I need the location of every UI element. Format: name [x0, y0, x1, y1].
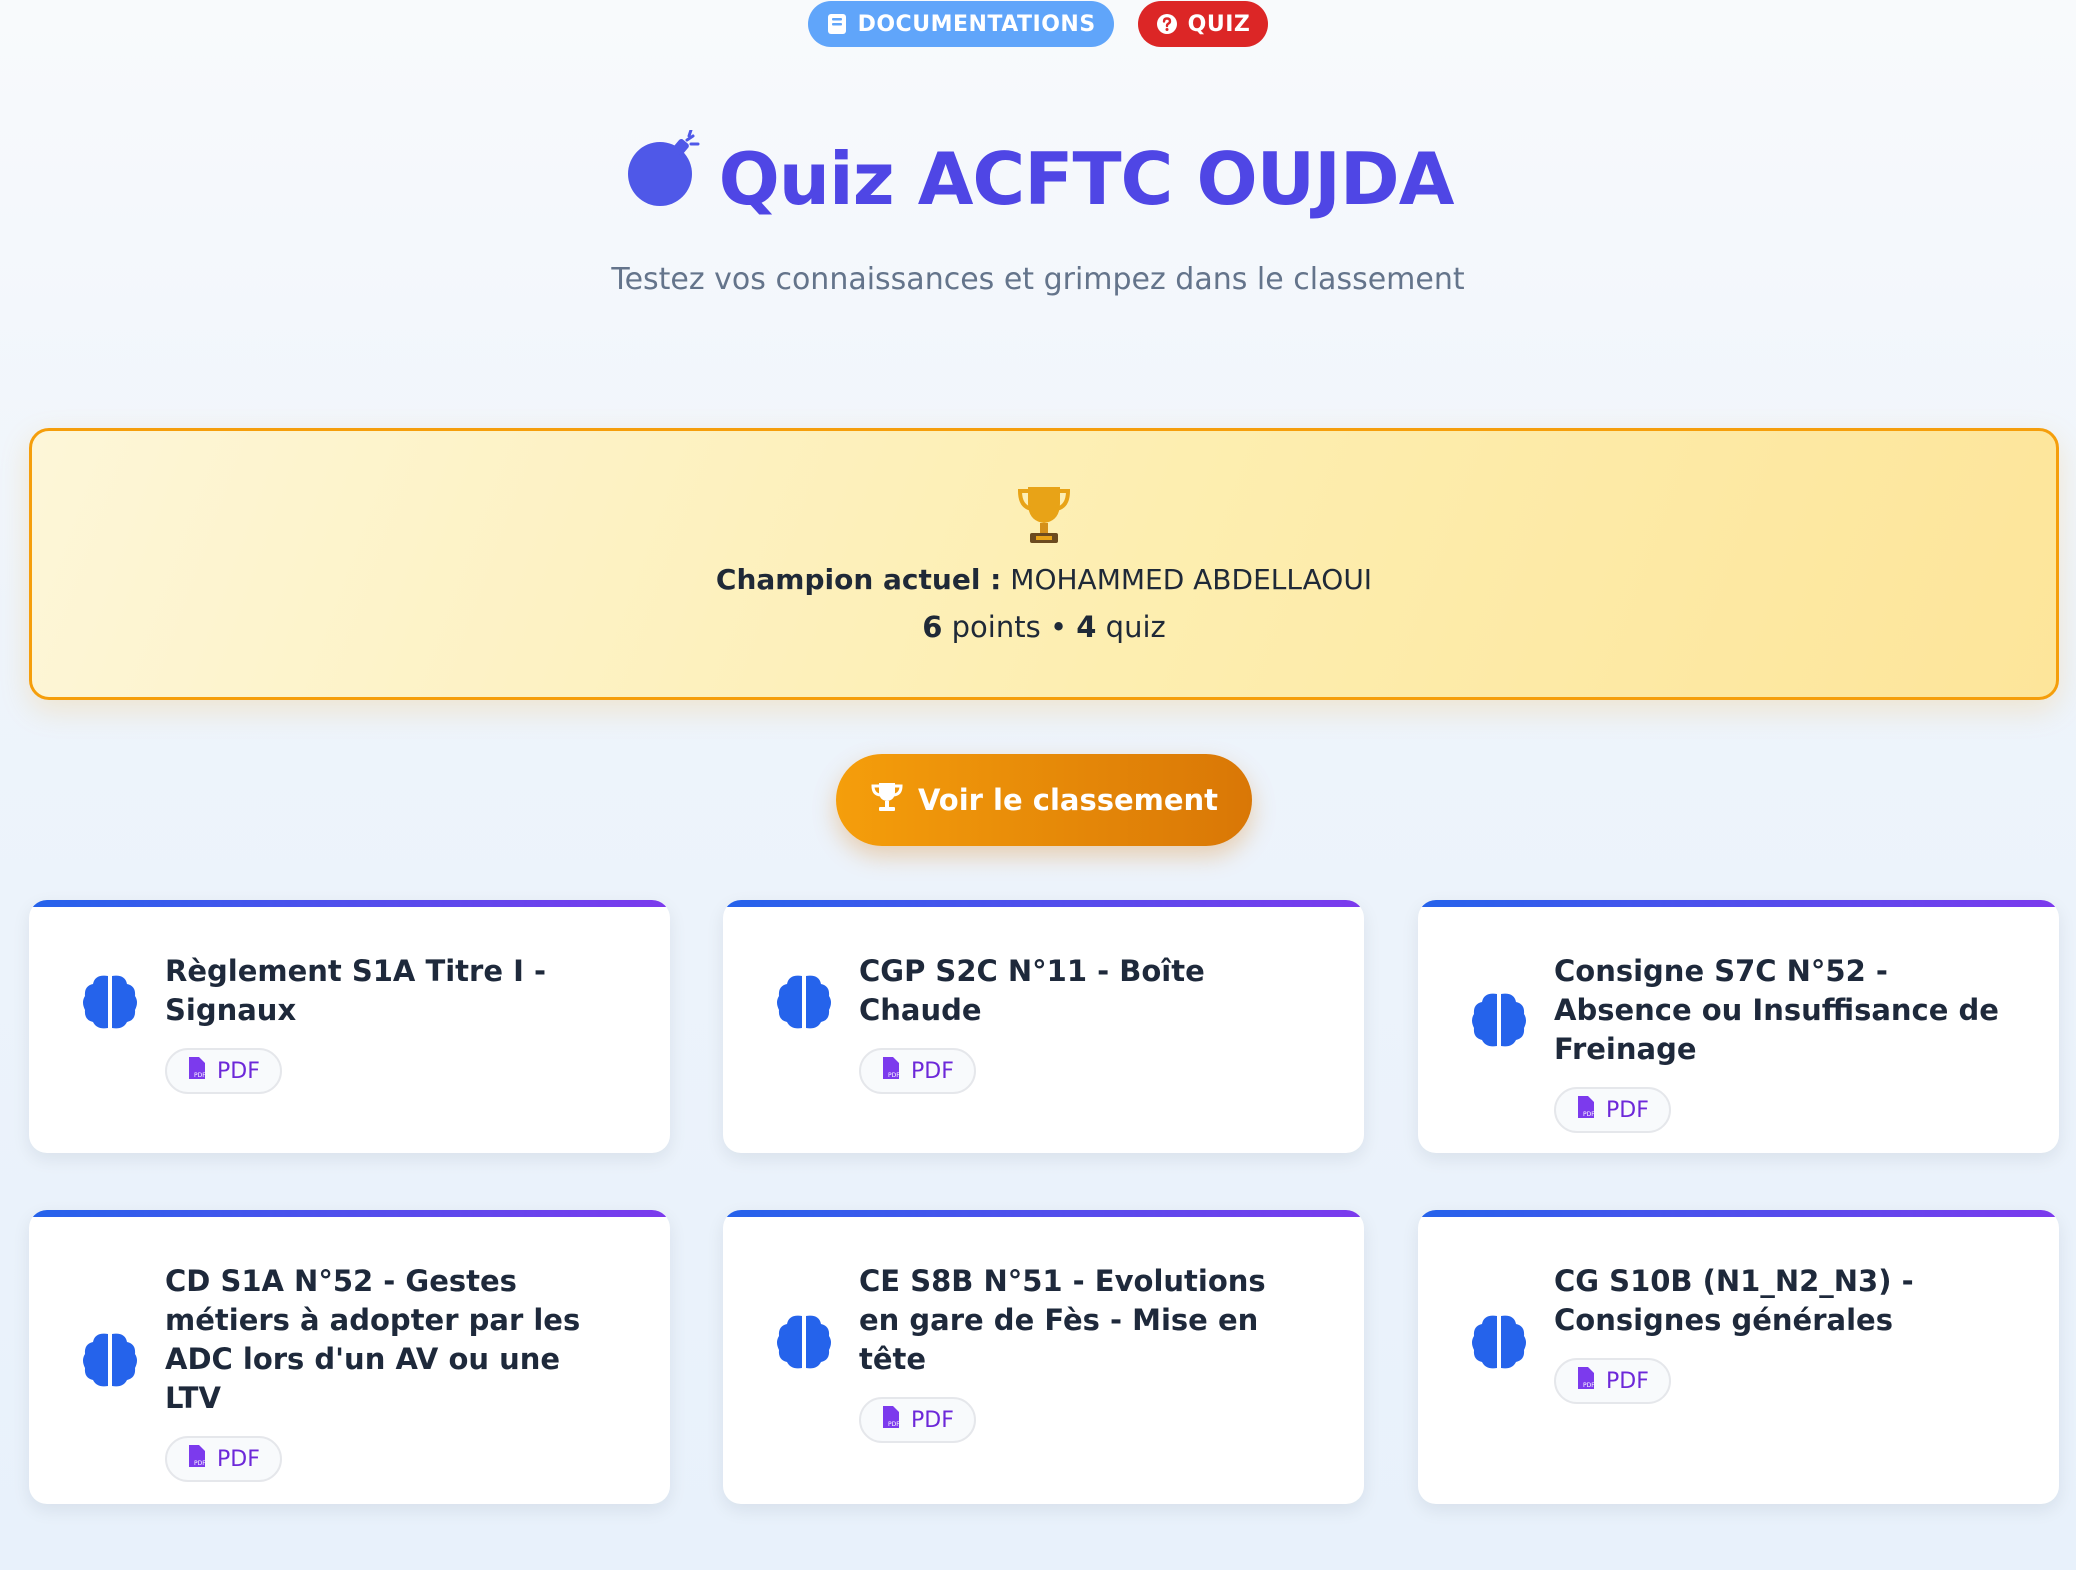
- book-icon: [826, 13, 848, 35]
- pdf-button[interactable]: PDF PDF: [165, 1436, 282, 1482]
- pdf-button[interactable]: PDF PDF: [1554, 1358, 1671, 1404]
- pdf-label: PDF: [217, 1058, 260, 1084]
- quiz-card-title: Consigne S7C N°52 - Absence ou Insuffisa…: [1554, 954, 1999, 1066]
- card-accent-bar: [29, 900, 670, 907]
- top-nav: DOCUMENTATIONS QUIZ: [0, 0, 2076, 48]
- quiz-card-title: CGP S2C N°11 - Boîte Chaude: [859, 954, 1205, 1027]
- svg-text:PDF: PDF: [1583, 1111, 1595, 1118]
- quiz-card[interactable]: CG S10B (N1_N2_N3) - Consignes générales…: [1418, 1210, 2059, 1504]
- card-accent-bar: [29, 1210, 670, 1217]
- trophy-icon: [870, 781, 904, 820]
- champion-quiz-count: 4: [1076, 610, 1097, 644]
- nav-quiz-label: QUIZ: [1187, 11, 1251, 37]
- card-accent-bar: [723, 1210, 1364, 1217]
- file-pdf-icon: PDF: [1576, 1095, 1596, 1125]
- quiz-card-title: CE S8B N°51 - Evolutions en gare de Fès …: [859, 1264, 1266, 1376]
- champion-points-unit: points: [951, 610, 1041, 644]
- quiz-card[interactable]: CGP S2C N°11 - Boîte Chaude PDF PDF: [723, 900, 1364, 1153]
- file-pdf-icon: PDF: [881, 1056, 901, 1086]
- view-ranking-button[interactable]: Voir le classement: [836, 754, 1252, 846]
- view-ranking-label: Voir le classement: [917, 783, 1219, 817]
- svg-text:PDF: PDF: [194, 1072, 206, 1079]
- champion-line: Champion actuel : MOHAMMED ABDELLAOUI: [32, 563, 2056, 596]
- quiz-card-title: CD S1A N°52 - Gestes métiers à adopter p…: [165, 1264, 581, 1415]
- svg-text:PDF: PDF: [1583, 1382, 1595, 1389]
- trophy-icon: [32, 483, 2056, 547]
- svg-text:PDF: PDF: [888, 1421, 900, 1428]
- page-subtitle: Testez vos connaissances et grimpez dans…: [611, 262, 1465, 297]
- quiz-card[interactable]: Règlement S1A Titre I - Signaux PDF PDF: [29, 900, 670, 1153]
- pdf-label: PDF: [1606, 1368, 1649, 1394]
- quiz-card[interactable]: Consigne S7C N°52 - Absence ou Insuffisa…: [1418, 900, 2059, 1153]
- pdf-button[interactable]: PDF PDF: [165, 1048, 282, 1094]
- page-title: Quiz ACFTC OUJDA: [623, 128, 1455, 227]
- pdf-button[interactable]: PDF PDF: [859, 1397, 976, 1443]
- champion-stats: 6 points • 4 quiz: [32, 610, 2056, 644]
- nav-documentations[interactable]: DOCUMENTATIONS: [807, 1, 1114, 47]
- nav-quiz[interactable]: QUIZ: [1137, 1, 1269, 47]
- champion-name: MOHAMMED ABDELLAOUI: [1010, 563, 1373, 596]
- pdf-label: PDF: [1606, 1097, 1649, 1123]
- question-circle-icon: [1156, 13, 1178, 35]
- bomb-icon: [623, 128, 703, 227]
- card-accent-bar: [723, 900, 1364, 907]
- file-pdf-icon: PDF: [187, 1056, 207, 1086]
- brain-icon: [775, 1312, 835, 1372]
- champion-points: 6: [922, 610, 943, 644]
- hero: Quiz ACFTC OUJDA: [0, 128, 2076, 227]
- pdf-label: PDF: [217, 1446, 260, 1472]
- stats-separator: •: [1049, 610, 1068, 644]
- brain-icon: [775, 972, 835, 1032]
- nav-documentations-label: DOCUMENTATIONS: [857, 11, 1096, 37]
- brain-icon: [1470, 1312, 1530, 1372]
- pdf-label: PDF: [911, 1058, 954, 1084]
- brain-icon: [1470, 990, 1530, 1050]
- card-accent-bar: [1418, 1210, 2059, 1217]
- page-title-text: Quiz ACFTC OUJDA: [718, 136, 1455, 221]
- svg-text:PDF: PDF: [194, 1460, 206, 1467]
- pdf-button[interactable]: PDF PDF: [1554, 1087, 1671, 1133]
- brain-icon: [81, 972, 141, 1032]
- champion-quiz-unit: quiz: [1105, 610, 1166, 644]
- quiz-card[interactable]: CE S8B N°51 - Evolutions en gare de Fès …: [723, 1210, 1364, 1504]
- champion-label: Champion actuel :: [715, 563, 1002, 596]
- file-pdf-icon: PDF: [187, 1444, 207, 1474]
- champion-banner: Champion actuel : MOHAMMED ABDELLAOUI 6 …: [29, 428, 2059, 700]
- quiz-card-title: CG S10B (N1_N2_N3) - Consignes générales: [1554, 1264, 1914, 1337]
- file-pdf-icon: PDF: [881, 1405, 901, 1435]
- quiz-card[interactable]: CD S1A N°52 - Gestes métiers à adopter p…: [29, 1210, 670, 1504]
- card-accent-bar: [1418, 900, 2059, 907]
- svg-text:PDF: PDF: [888, 1072, 900, 1079]
- pdf-button[interactable]: PDF PDF: [859, 1048, 976, 1094]
- brain-icon: [81, 1330, 141, 1390]
- pdf-label: PDF: [911, 1407, 954, 1433]
- quiz-card-title: Règlement S1A Titre I - Signaux: [165, 954, 547, 1027]
- file-pdf-icon: PDF: [1576, 1366, 1596, 1396]
